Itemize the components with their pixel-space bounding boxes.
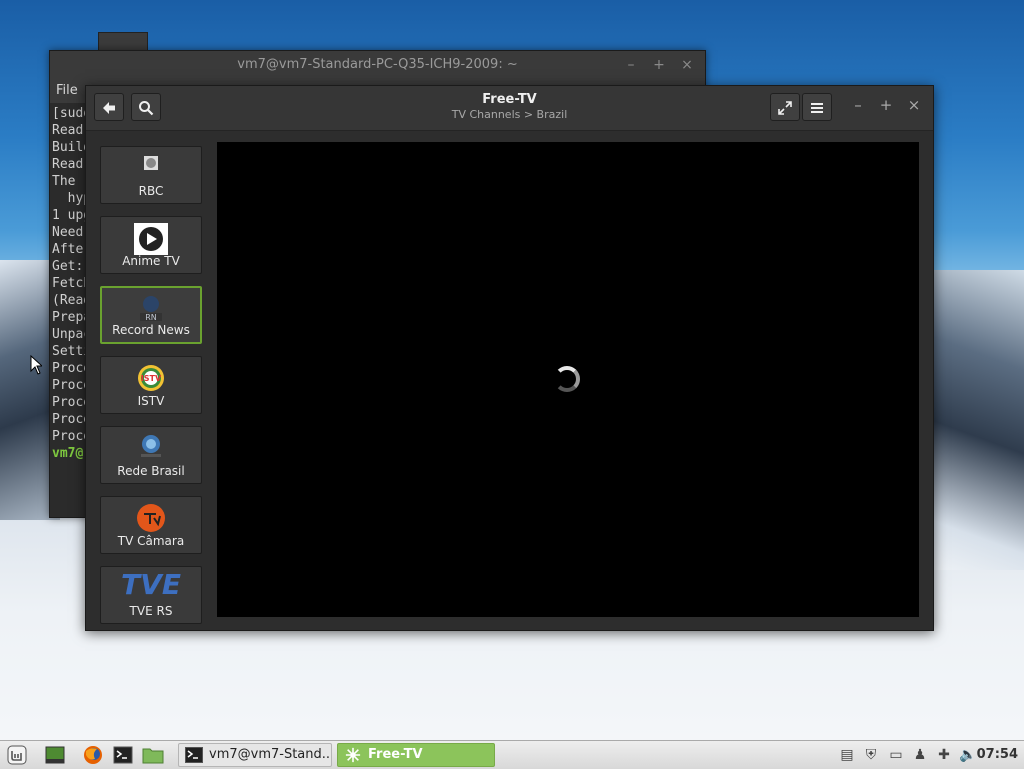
update-shield-tray-icon[interactable]: ⛨ [862,745,880,765]
network-tray-icon[interactable]: ✚ [935,745,953,765]
channel-record-news[interactable]: RN Record News [100,286,202,344]
record-news-logo-icon: RN [138,294,164,324]
close-button[interactable]: × [904,96,924,114]
terminal-maximize-button[interactable]: + [649,51,669,79]
terminal-launcher[interactable] [112,745,134,765]
hamburger-menu-icon [811,103,823,113]
search-button[interactable] [131,93,161,121]
terminal-line: Get: [52,259,84,274]
user-tray-icon[interactable]: ♟ [911,745,929,765]
clock[interactable]: 07:54 [977,741,1018,769]
tv-camara-logo-icon [136,503,166,533]
istv-logo-icon: ISTV [136,363,166,393]
terminal-line: Read [52,157,84,172]
firefox-launcher[interactable] [82,745,104,765]
terminal-close-button[interactable]: × [677,51,697,79]
tve-rs-logo-icon: TVE [116,568,186,598]
taskbar: vm7@vm7-Stand... Free-TV ▤ ⛨ ▭ ♟ ✚ 🔈 07:… [0,740,1024,769]
channel-tv-camara[interactable]: TV Câmara [100,496,202,554]
maximize-button[interactable]: + [876,96,896,114]
channel-label: TV Câmara [117,534,185,548]
firefox-icon [84,746,102,764]
channel-rbc[interactable]: RBC [100,146,202,204]
channel-anime-tv[interactable]: Anime TV [100,216,202,274]
freetv-icon [345,747,361,763]
folder-icon [142,748,164,764]
rede-brasil-logo-icon [138,433,164,459]
wallpaper-mountain-right [930,270,1024,570]
terminal-prompt: vm7@ [52,446,84,461]
channel-label: Record News [112,323,190,337]
mint-menu-button[interactable] [6,745,28,765]
terminal-menu-file[interactable]: File [56,83,78,98]
volume-tray-icon[interactable]: 🔈 [959,745,977,765]
taskbar-item-freetv[interactable]: Free-TV [337,743,495,767]
taskbar-item-label: Free-TV [368,747,423,762]
channel-label: RBC [138,184,164,198]
freetv-headerbar[interactable]: Free-TV TV Channels > Brazil – + × [86,86,933,131]
back-button[interactable] [94,93,124,121]
files-launcher[interactable] [142,745,164,765]
channel-label: ISTV [137,394,165,408]
channel-list: RBC Anime TV RN Record News ISTV ISTV Re… [98,146,204,636]
rbc-logo-icon [141,153,161,173]
channel-rede-brasil[interactable]: Rede Brasil [100,426,202,484]
terminal-line: Read [52,123,84,138]
taskbar-item-label: vm7@vm7-Stand... [209,747,332,762]
channel-tve-rs[interactable]: TVE TVE RS [100,566,202,624]
minimize-button[interactable]: – [848,96,868,114]
terminal-title: vm7@vm7-Standard-PC-Q35-ICH9-2009: ~ [237,57,518,72]
taskbar-item-terminal[interactable]: vm7@vm7-Stand... [178,743,332,767]
svg-text:ISTV: ISTV [141,374,162,383]
back-arrow-icon [103,102,115,114]
svg-text:RN: RN [145,313,157,322]
show-desktop-button[interactable] [44,745,66,765]
channel-label: Anime TV [122,254,180,268]
channel-istv[interactable]: ISTV ISTV [100,356,202,414]
terminal-icon [185,747,203,763]
fullscreen-icon [778,101,792,115]
terminal-line: The [52,174,76,189]
mint-menu-icon [7,745,27,765]
anime-tv-logo-icon [134,223,168,255]
fullscreen-button[interactable] [770,93,800,121]
search-icon [139,101,154,116]
video-player[interactable] [217,142,919,617]
terminal-minimize-button[interactable]: – [621,51,641,79]
channel-label: TVE RS [129,604,173,618]
loading-spinner-icon [554,366,580,392]
terminal-line: Need [52,225,84,240]
svg-text:TVE: TVE [121,568,181,598]
menu-button[interactable] [802,93,832,121]
terminal-icon [113,746,133,764]
freetv-window[interactable]: Free-TV TV Channels > Brazil – + × RBC A… [85,85,934,631]
background-window-stub [98,32,148,52]
terminal-titlebar[interactable]: vm7@vm7-Standard-PC-Q35-ICH9-2009: ~ – +… [50,51,705,79]
mouse-cursor-icon [30,355,42,375]
channel-label: Rede Brasil [117,464,185,478]
desktop-icon [45,746,65,764]
clipboard-tray-icon[interactable]: ▤ [838,745,856,765]
keyboard-tray-icon[interactable]: ▭ [887,745,905,765]
